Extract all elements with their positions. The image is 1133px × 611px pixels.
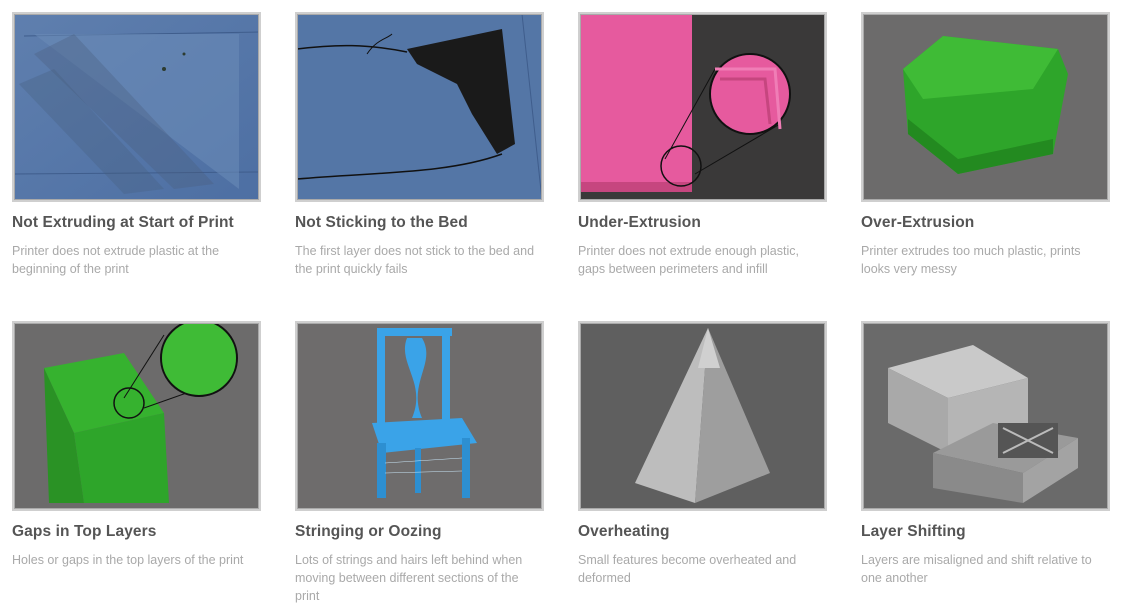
card-description: Lots of strings and hairs left behind wh… <box>295 553 523 603</box>
card-description: Holes or gaps in the top layers of the p… <box>12 553 244 567</box>
card-title: Not Extruding at Start of Print <box>12 214 234 231</box>
thumbnail-under-extrusion[interactable] <box>578 12 827 202</box>
card-stringing[interactable]: Stringing or Oozing Lots of strings and … <box>295 321 544 605</box>
thumbnail-overheating[interactable] <box>578 321 827 511</box>
blue-chair-image <box>297 323 542 509</box>
card-title: Stringing or Oozing <box>295 523 442 540</box>
card-layer-shifting[interactable]: Layer Shifting Layers are misaligned and… <box>861 321 1110 587</box>
thumbnail-stringing[interactable] <box>295 321 544 511</box>
card-title: Not Sticking to the Bed <box>295 214 468 231</box>
thumbnail-not-sticking[interactable] <box>295 12 544 202</box>
blue-print-bed-image <box>14 14 259 200</box>
card-description: Printer does not extrude plastic at the … <box>12 244 220 276</box>
green-messy-block-image <box>863 14 1108 200</box>
card-description: Printer does not extrude enough plastic,… <box>578 244 799 276</box>
black-first-layer-image <box>297 14 542 200</box>
thumbnail-over-extrusion[interactable] <box>861 12 1110 202</box>
card-not-extruding[interactable]: Not Extruding at Start of Print Printer … <box>12 12 261 278</box>
card-description: Small features become overheated and def… <box>578 553 797 585</box>
card-description: Printer extrudes too much plastic, print… <box>861 244 1081 276</box>
thumbnail-gaps-top-layers[interactable] <box>12 321 261 511</box>
card-not-sticking[interactable]: Not Sticking to the Bed The first layer … <box>295 12 544 278</box>
card-overheating[interactable]: Overheating Small features become overhe… <box>578 321 827 587</box>
gray-pyramid-image <box>580 323 825 509</box>
card-description: The first layer does not stick to the be… <box>295 244 535 276</box>
card-over-extrusion[interactable]: Over-Extrusion Printer extrudes too much… <box>861 12 1110 278</box>
card-description: Layers are misaligned and shift relative… <box>861 553 1092 585</box>
card-title: Under-Extrusion <box>578 214 701 231</box>
card-gaps-top-layers[interactable]: Gaps in Top Layers Holes or gaps in the … <box>12 321 261 569</box>
pink-print-magnified-image <box>580 14 825 200</box>
green-cube-magnified-image <box>14 323 259 509</box>
thumbnail-layer-shifting[interactable] <box>861 321 1110 511</box>
card-under-extrusion[interactable]: Under-Extrusion Printer does not extrude… <box>578 12 827 278</box>
thumbnail-not-extruding[interactable] <box>12 12 261 202</box>
card-title: Overheating <box>578 523 670 540</box>
card-title: Gaps in Top Layers <box>12 523 157 540</box>
gray-shifted-box-image <box>863 323 1108 509</box>
card-title: Layer Shifting <box>861 523 966 540</box>
card-title: Over-Extrusion <box>861 214 975 231</box>
